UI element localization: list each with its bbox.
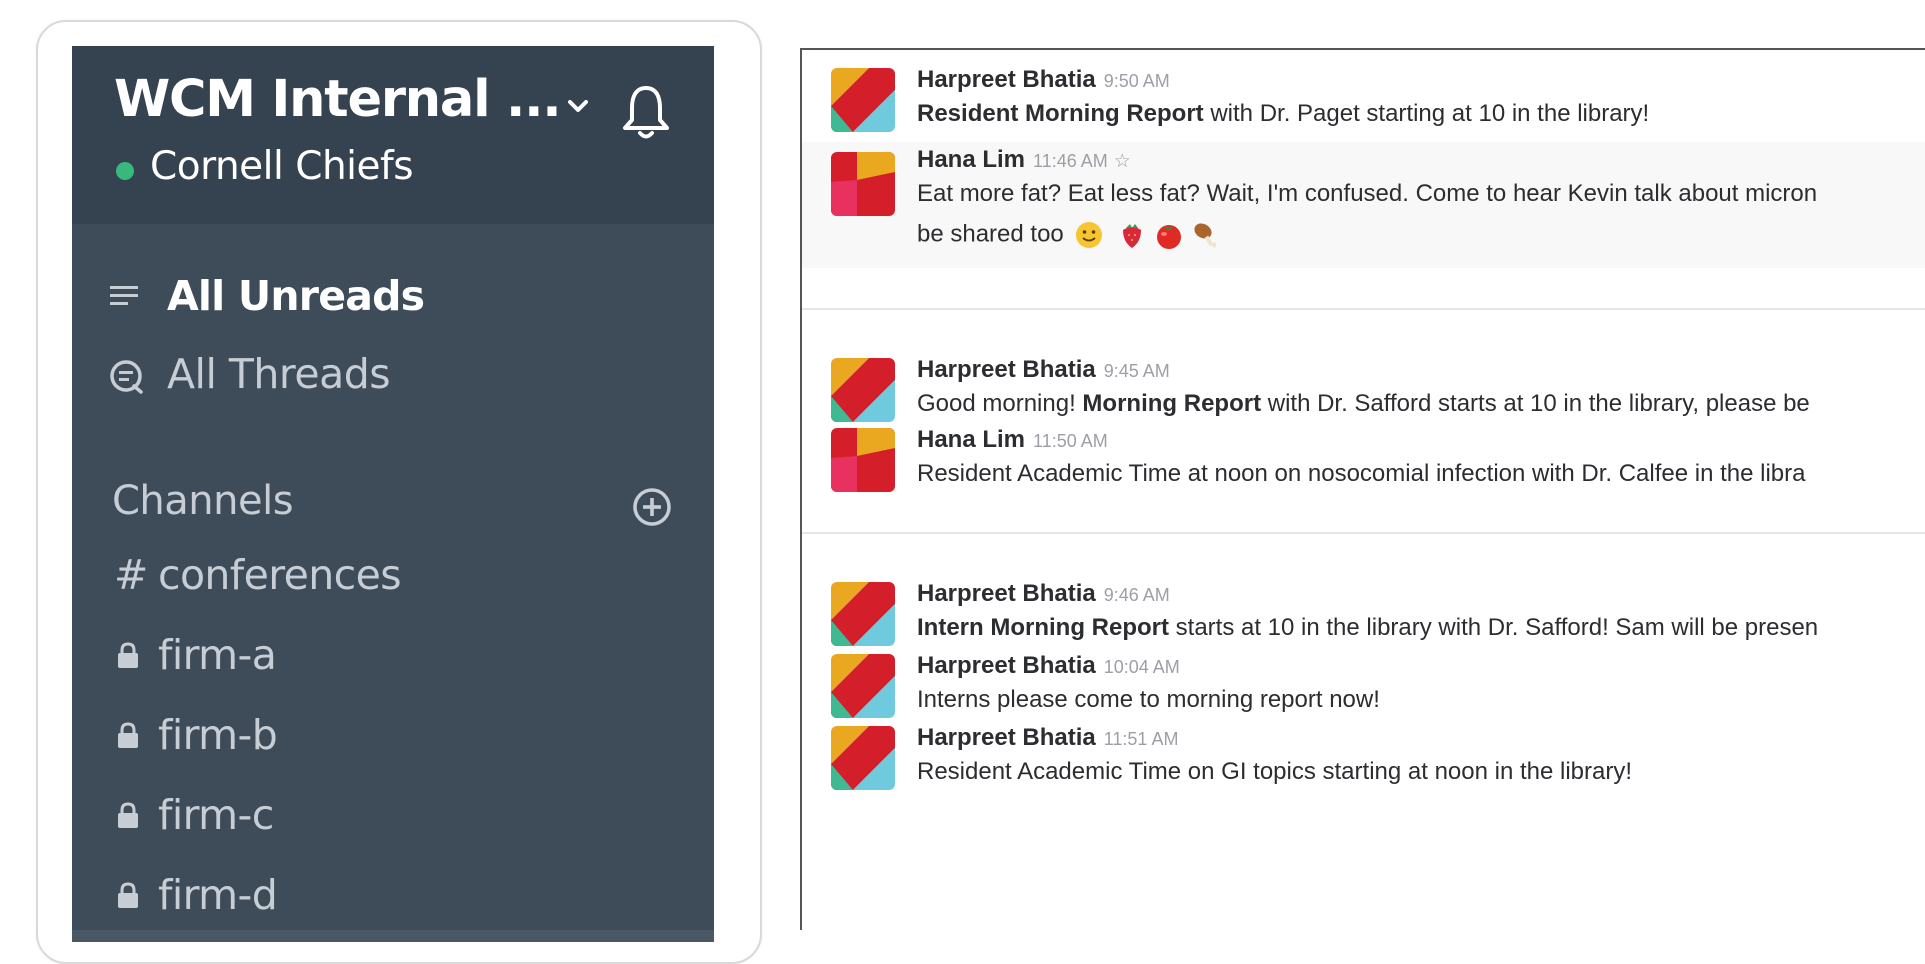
channels-header[interactable]: Channels [112,478,294,524]
timestamp[interactable]: 9:46 AM [1104,585,1170,605]
timestamp[interactable]: 11:50 AM [1033,431,1108,451]
channel-label: firm-a [158,631,277,679]
message-text: Eat more fat? Eat less fat? Wait, I'm co… [917,180,1818,207]
message-item[interactable]: Harpreet Bhatia 9:50 AM Resident Morning … [802,50,1925,142]
message-item[interactable]: Harpreet Bhatia 11:51 AM Resident Academi… [802,718,1925,790]
channel-label: firm-b [158,711,278,759]
lock-icon [118,722,138,748]
sidebar-item-firm-a[interactable]: firm-a [114,631,277,679]
day-divider [802,308,1925,310]
lock-icon [118,802,138,828]
author-name[interactable]: Harpreet Bhatia [917,652,1096,679]
channel-hash: # [114,551,148,599]
day-divider [802,532,1925,534]
chevron-down-icon[interactable] [563,92,593,122]
tomato-icon [1156,225,1181,249]
author-name[interactable]: Hana Lim [917,146,1025,173]
message-text: Resident Academic Time on GI topics star… [917,758,1633,785]
message-item[interactable]: Harpreet Bhatia 9:46 AM Intern Morning Re… [802,580,1925,650]
author-name[interactable]: Harpreet Bhatia [917,580,1096,607]
timestamp[interactable]: 10:04 AM [1104,657,1180,677]
sidebar-item-all-threads[interactable]: All Threads [108,350,391,398]
author-name[interactable]: Harpreet Bhatia [917,66,1096,93]
author-name[interactable]: Harpreet Bhatia [917,356,1096,383]
add-channel-icon[interactable] [632,487,672,527]
bell-icon[interactable] [617,80,675,142]
sidebar-item-label: All Unreads [167,272,425,320]
timestamp[interactable]: 9:50 AM [1104,71,1170,91]
message-item[interactable]: Harpreet Bhatia 10:04 AM Interns please c… [802,648,1925,718]
avatar [831,726,895,790]
timestamp[interactable]: 11:51 AM [1104,729,1179,749]
sidebar-item-firm-c[interactable]: firm-c [114,791,274,839]
team-name[interactable]: WCM Internal ... [114,70,562,129]
avatar [831,654,895,718]
avatar [831,152,895,216]
sidebar-item-conferences[interactable]: # conferences [114,551,402,599]
avatar [831,68,895,132]
sidebar-item-firm-b[interactable]: firm-b [114,711,278,759]
channel-label: firm-c [158,791,274,839]
sidebar-scroll-edge [72,930,714,942]
message-text: Intern Morning Report starts at 10 in th… [917,614,1819,641]
all-unreads-icon [110,286,138,305]
sidebar-item-firm-d[interactable]: firm-d [114,871,278,919]
team-header[interactable]: WCM Internal ... Cornell Chiefs [72,46,714,224]
message-text: Resident Academic Time at noon on nosoco… [917,460,1806,487]
author-name[interactable]: Harpreet Bhatia [917,724,1096,751]
avatar [831,428,895,492]
author-name[interactable]: Hana Lim [917,426,1025,453]
channel-label: conferences [158,551,402,599]
avatar [831,582,895,646]
timestamp[interactable]: 11:46 AM [1033,151,1108,171]
slightly-smiling-face-icon [1076,222,1103,248]
sidebar: WCM Internal ... Cornell Chiefs All Unre… [72,46,714,942]
message-item[interactable]: Harpreet Bhatia 9:45 AM Good morning! Mor… [802,356,1925,428]
message-text: Good morning! Morning Report with Dr. Sa… [917,390,1810,417]
user-name: Cornell Chiefs [150,144,414,189]
poultry-leg-icon [1194,223,1217,248]
sidebar-item-all-unreads[interactable]: All Unreads [108,272,425,320]
lock-icon [118,642,138,668]
message-text-line2: be shared too [917,220,1220,250]
lock-icon [118,882,138,908]
strawberry-icon [1123,224,1142,248]
avatar [831,358,895,422]
threads-icon [110,360,143,394]
timestamp[interactable]: 9:45 AM [1104,361,1170,381]
message-text: Resident Morning Report with Dr. Paget s… [917,100,1650,127]
message-pane: Harpreet Bhatia 9:50 AM Resident Morning … [800,48,1925,930]
message-text: Interns please come to morning report no… [917,686,1380,713]
sidebar-item-label: All Threads [167,350,391,398]
star-icon[interactable]: ☆ [1114,151,1131,172]
message-item[interactable]: Hana Lim 11:46 AM ☆ Eat more fat? Eat less… [802,142,1925,268]
presence-dot [116,162,134,180]
channel-label: firm-d [158,871,278,919]
message-item[interactable]: Hana Lim 11:50 AM Resident Academic Time … [802,424,1925,494]
